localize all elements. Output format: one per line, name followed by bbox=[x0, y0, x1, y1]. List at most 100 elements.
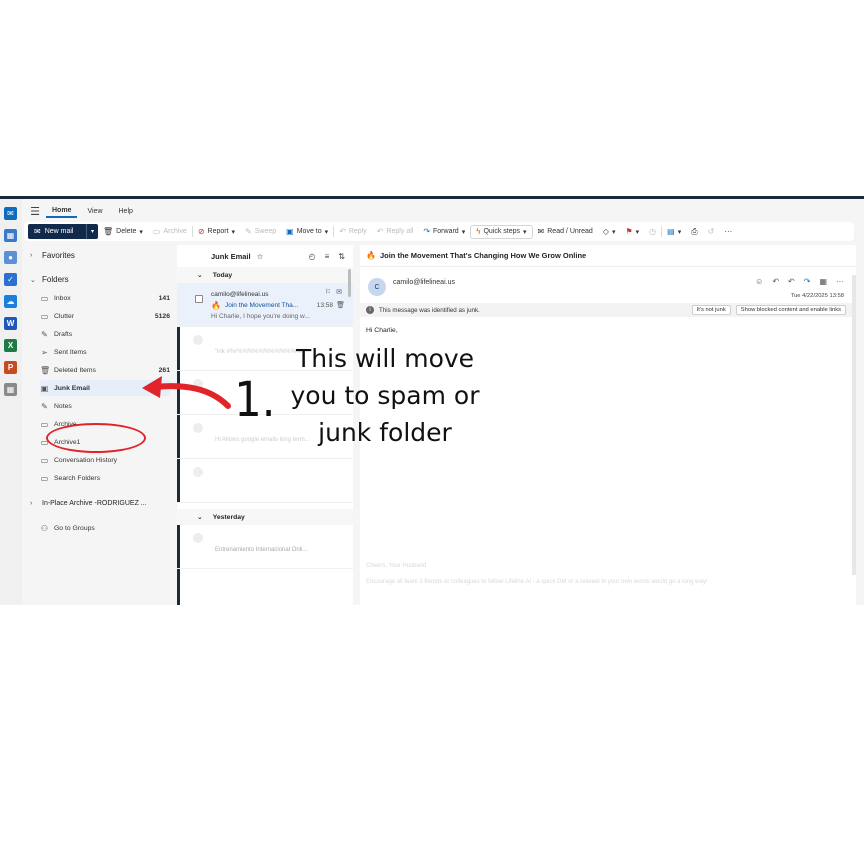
report-button[interactable]: ⊘ Report ▾ bbox=[193, 222, 240, 241]
folder-inbox[interactable]: ▭ Inbox 141 bbox=[40, 290, 170, 306]
message-checkbox[interactable] bbox=[195, 295, 203, 303]
reply-button[interactable]: ↶ Reply bbox=[334, 222, 372, 241]
annotation-text: This will move you to spam or junk folde… bbox=[270, 340, 500, 451]
snooze-button[interactable]: ◷ bbox=[644, 222, 661, 241]
folders-label: Folders bbox=[42, 275, 69, 284]
tag-button[interactable]: ◇ ▾ bbox=[598, 222, 621, 241]
avatar bbox=[193, 467, 203, 477]
calendar-app-icon[interactable]: ▦ bbox=[4, 229, 17, 242]
word-app-icon[interactable]: W bbox=[4, 317, 17, 330]
folder-drafts[interactable]: ✎ Drafts bbox=[40, 326, 170, 342]
reply-label: Reply bbox=[348, 228, 367, 235]
group-header-today[interactable]: ⌄ Today bbox=[177, 267, 353, 283]
hamburger-icon[interactable]: ☰ bbox=[28, 205, 42, 218]
message-item-selected[interactable]: camilo@lifelineai.us 🔥 Join the Movement … bbox=[177, 283, 353, 327]
emoji-icon[interactable]: ☺ bbox=[755, 277, 763, 286]
forward-icon[interactable]: ↷ bbox=[804, 277, 811, 286]
unread-bar bbox=[177, 415, 180, 458]
archive-section-label: In-Place Archive -RODRIGUEZ ... bbox=[42, 500, 147, 507]
folder-clutter[interactable]: ▭ Clutter 5126 bbox=[40, 308, 170, 324]
inbox-icon: ▭ bbox=[40, 293, 49, 303]
forward-button[interactable]: ↷ Forward ▾ bbox=[418, 222, 470, 241]
reply-all-icon[interactable]: ↶ bbox=[788, 277, 795, 286]
delete-button[interactable]: 🗑 Delete ▾ bbox=[98, 222, 148, 241]
not-junk-button[interactable]: It's not junk bbox=[691, 305, 731, 315]
printer-icon: ⎙ bbox=[691, 226, 698, 236]
unread-bar bbox=[177, 525, 180, 568]
star-icon[interactable]: ☆ bbox=[257, 252, 264, 261]
people-app-icon[interactable]: ● bbox=[4, 251, 17, 264]
chevron-down-icon: ⌄ bbox=[197, 272, 203, 279]
message-body-faded: Encourage all team 3 friends or colleagu… bbox=[366, 579, 708, 585]
new-mail-dropdown[interactable]: ▾ bbox=[86, 224, 98, 239]
onedrive-app-icon[interactable]: ☁ bbox=[4, 295, 17, 308]
mail-app-icon[interactable]: ✉ bbox=[4, 207, 17, 220]
move-to-button[interactable]: ▣ Move to ▾ bbox=[281, 222, 333, 241]
forward-label: Forward bbox=[433, 228, 459, 235]
favorites-section[interactable]: › Favorites bbox=[30, 251, 75, 260]
tag-icon: ◇ bbox=[602, 227, 609, 236]
print-button[interactable]: ⎙ bbox=[686, 222, 702, 241]
reply-icon[interactable]: ↶ bbox=[772, 277, 779, 286]
message-sender: camilo@lifelineai.us bbox=[211, 291, 269, 298]
tab-help[interactable]: Help bbox=[113, 206, 139, 217]
rules-icon: ▤ bbox=[667, 227, 675, 236]
read-unread-button[interactable]: ✉ Read / Unread bbox=[533, 222, 598, 241]
in-place-archive-section[interactable]: › In-Place Archive -RODRIGUEZ ... bbox=[30, 500, 147, 507]
group-header-yesterday[interactable]: ⌄ Yesterday bbox=[177, 509, 353, 525]
go-to-groups-link[interactable]: ⚇ Go to Groups bbox=[40, 520, 170, 536]
powerpoint-app-icon[interactable]: P bbox=[4, 361, 17, 374]
new-mail-button[interactable]: ✉ New mail ▾ bbox=[28, 224, 98, 239]
message-subject: Join the Movement Tha... bbox=[224, 302, 299, 309]
tab-home[interactable]: Home bbox=[46, 205, 78, 218]
avatar[interactable]: C bbox=[368, 278, 386, 296]
message-item[interactable]: Entrenamiento Internacional Onli... bbox=[177, 525, 353, 569]
trash-icon[interactable]: 🗑 bbox=[336, 301, 345, 309]
message-item[interactable] bbox=[177, 569, 353, 605]
list-scrollbar[interactable] bbox=[348, 269, 351, 297]
ellipsis-icon[interactable]: ··· bbox=[836, 277, 844, 286]
undo-button[interactable]: ↺ bbox=[703, 222, 720, 241]
note-icon: ✎ bbox=[41, 401, 48, 411]
favorites-label: Favorites bbox=[42, 251, 75, 260]
message-item[interactable] bbox=[177, 459, 353, 503]
folder-label: Sent Items bbox=[54, 348, 87, 356]
envelope-icon[interactable]: ✉ bbox=[336, 288, 345, 296]
clock-icon: ◷ bbox=[649, 227, 657, 236]
folder-conversation-history[interactable]: ▭ Conversation History bbox=[40, 452, 170, 468]
excel-app-icon[interactable]: X bbox=[4, 339, 17, 352]
select-icon[interactable]: ◴ bbox=[309, 252, 316, 261]
flag-button[interactable]: ⚑ ▾ bbox=[620, 222, 644, 241]
reply-all-button[interactable]: ↶ Reply all bbox=[372, 222, 419, 241]
rules-button[interactable]: ▤ ▾ bbox=[662, 222, 686, 241]
reply-all-icon: ↶ bbox=[376, 227, 384, 236]
delete-label: Delete bbox=[116, 228, 137, 235]
show-blocked-content-button[interactable]: Show blocked content and enable links bbox=[735, 305, 846, 315]
flag-icon[interactable]: ⚐ bbox=[325, 288, 331, 296]
annotation-line: This will move bbox=[295, 344, 475, 373]
sender-address[interactable]: camilo@lifelineai.us bbox=[393, 279, 455, 286]
folder-sent-items[interactable]: ➢ Sent Items bbox=[40, 344, 170, 360]
todo-app-icon[interactable]: ✓ bbox=[4, 273, 17, 286]
list-title: Junk Email bbox=[211, 251, 251, 261]
filter-icon[interactable]: ≡ bbox=[325, 252, 330, 261]
chevron-down-icon: ▾ bbox=[324, 228, 329, 236]
folder-move-icon: ▣ bbox=[286, 227, 294, 236]
sweep-button[interactable]: ✎ Sweep bbox=[240, 222, 281, 241]
sort-icon[interactable]: ⇅ bbox=[338, 252, 345, 261]
folder-search-folders[interactable]: ▭ Search Folders bbox=[40, 470, 170, 486]
archive-button[interactable]: ▭ Archive bbox=[148, 222, 192, 241]
chevron-down-icon: ▾ bbox=[231, 228, 236, 236]
reading-subject: Join the Movement That's Changing How We… bbox=[379, 251, 587, 260]
clutter-icon: ▭ bbox=[40, 311, 49, 321]
folders-section[interactable]: ⌄ Folders bbox=[30, 275, 69, 284]
quick-steps-button[interactable]: ϟ Quick steps ▾ bbox=[470, 224, 533, 239]
reading-scrollbar[interactable] bbox=[852, 275, 856, 575]
more-apps-icon[interactable]: ▦ bbox=[4, 383, 17, 396]
more-options-button[interactable]: ··· bbox=[719, 222, 737, 241]
flag-icon: ⚑ bbox=[625, 227, 633, 236]
apps-icon[interactable]: ▦ bbox=[819, 277, 827, 286]
info-icon: i bbox=[366, 306, 374, 314]
tab-view[interactable]: View bbox=[81, 206, 108, 217]
annotation-line: you to spam or bbox=[290, 381, 480, 410]
